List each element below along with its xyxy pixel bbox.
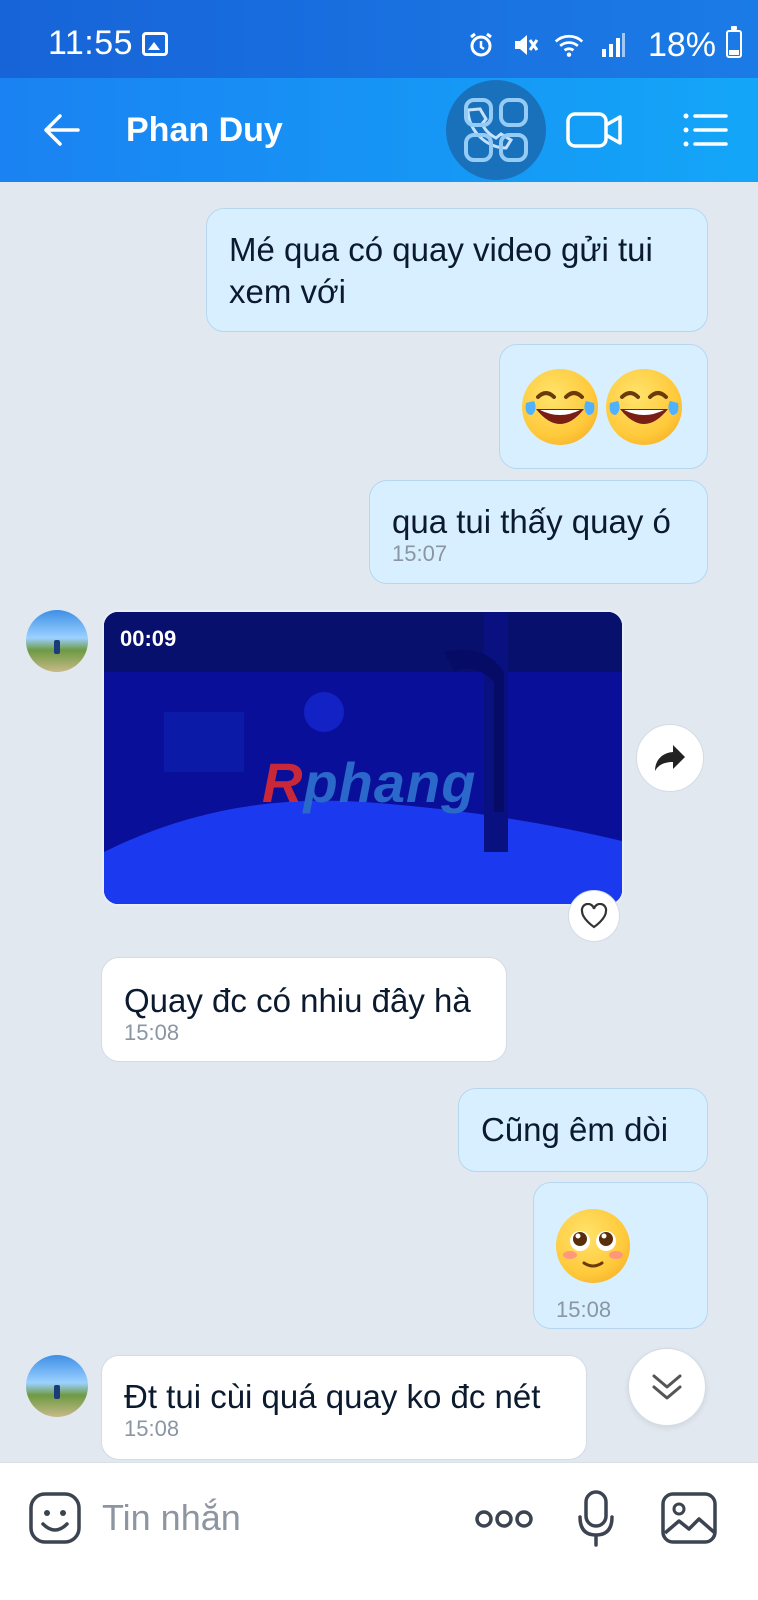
laughing-tears-emoji-icon (522, 369, 598, 445)
message-time: 15:08 (124, 1416, 180, 1441)
message-input[interactable] (102, 1497, 442, 1539)
signal-icon (598, 30, 628, 60)
microphone-icon[interactable] (576, 1489, 616, 1554)
arrow-left-icon[interactable] (40, 108, 84, 152)
message-text: Cũng êm dòi (481, 1111, 669, 1148)
call-button[interactable] (446, 80, 546, 180)
status-icons (466, 30, 628, 60)
video-message[interactable]: 00:09 Rphang (102, 610, 624, 906)
message-time: 15:07 (392, 541, 448, 566)
react-heart-button[interactable] (568, 890, 620, 942)
mute-icon (510, 30, 540, 60)
more-dots-icon[interactable] (474, 1507, 534, 1536)
chat-title: Phan Duy (126, 111, 283, 149)
phone-icon (464, 98, 528, 162)
list-menu-icon[interactable] (682, 110, 728, 150)
laughing-tears-emoji-icon (606, 369, 682, 445)
message-text: Quay đc có nhiu đây hà (124, 982, 471, 1019)
message-received[interactable]: Đt tui cùi quá quay ko đc nét 15:08 (101, 1355, 587, 1460)
pleading-face-emoji-icon (556, 1209, 630, 1283)
message-time: 15:08 (124, 1020, 180, 1045)
message-sent-emoji[interactable]: 15:08 (533, 1182, 708, 1329)
status-bar: 11:55 18% (0, 0, 758, 78)
message-text: Đt tui cùi quá quay ko đc nét (124, 1378, 541, 1415)
message-composer (0, 1462, 758, 1600)
message-text: qua tui thấy quay ó (392, 503, 671, 540)
message-time: 15:08 (556, 1297, 612, 1322)
alarm-icon (466, 30, 496, 60)
forward-button[interactable] (636, 724, 704, 792)
message-sent[interactable]: Cũng êm dòi (458, 1088, 708, 1172)
chevrons-down-icon (652, 1374, 682, 1400)
share-forward-icon (655, 745, 685, 771)
status-time: 11:55 (48, 24, 134, 62)
heart-icon (580, 903, 608, 929)
smiley-sticker-icon[interactable] (28, 1491, 82, 1550)
image-notification-icon (142, 32, 168, 56)
avatar[interactable] (26, 1355, 88, 1417)
avatar[interactable] (26, 610, 88, 672)
battery-percent: 18% (647, 26, 716, 64)
message-received[interactable]: Quay đc có nhiu đây hà 15:08 (101, 957, 507, 1062)
message-sent[interactable]: Mé qua có quay video gửi tui xem với (206, 208, 708, 332)
wifi-icon (554, 30, 584, 60)
battery-icon (726, 26, 742, 58)
message-text: Mé qua có quay video gửi tui xem với (229, 231, 653, 310)
video-duration: 00:09 (120, 626, 177, 651)
scroll-to-bottom-button[interactable] (628, 1348, 706, 1426)
video-watermark: Rphang (262, 751, 477, 814)
message-sent-emoji[interactable] (499, 344, 708, 469)
video-camera-icon[interactable] (566, 108, 624, 152)
chat-header: Phan Duy (0, 78, 758, 182)
message-sent[interactable]: qua tui thấy quay ó 15:07 (369, 480, 708, 584)
image-gallery-icon[interactable] (660, 1491, 718, 1550)
